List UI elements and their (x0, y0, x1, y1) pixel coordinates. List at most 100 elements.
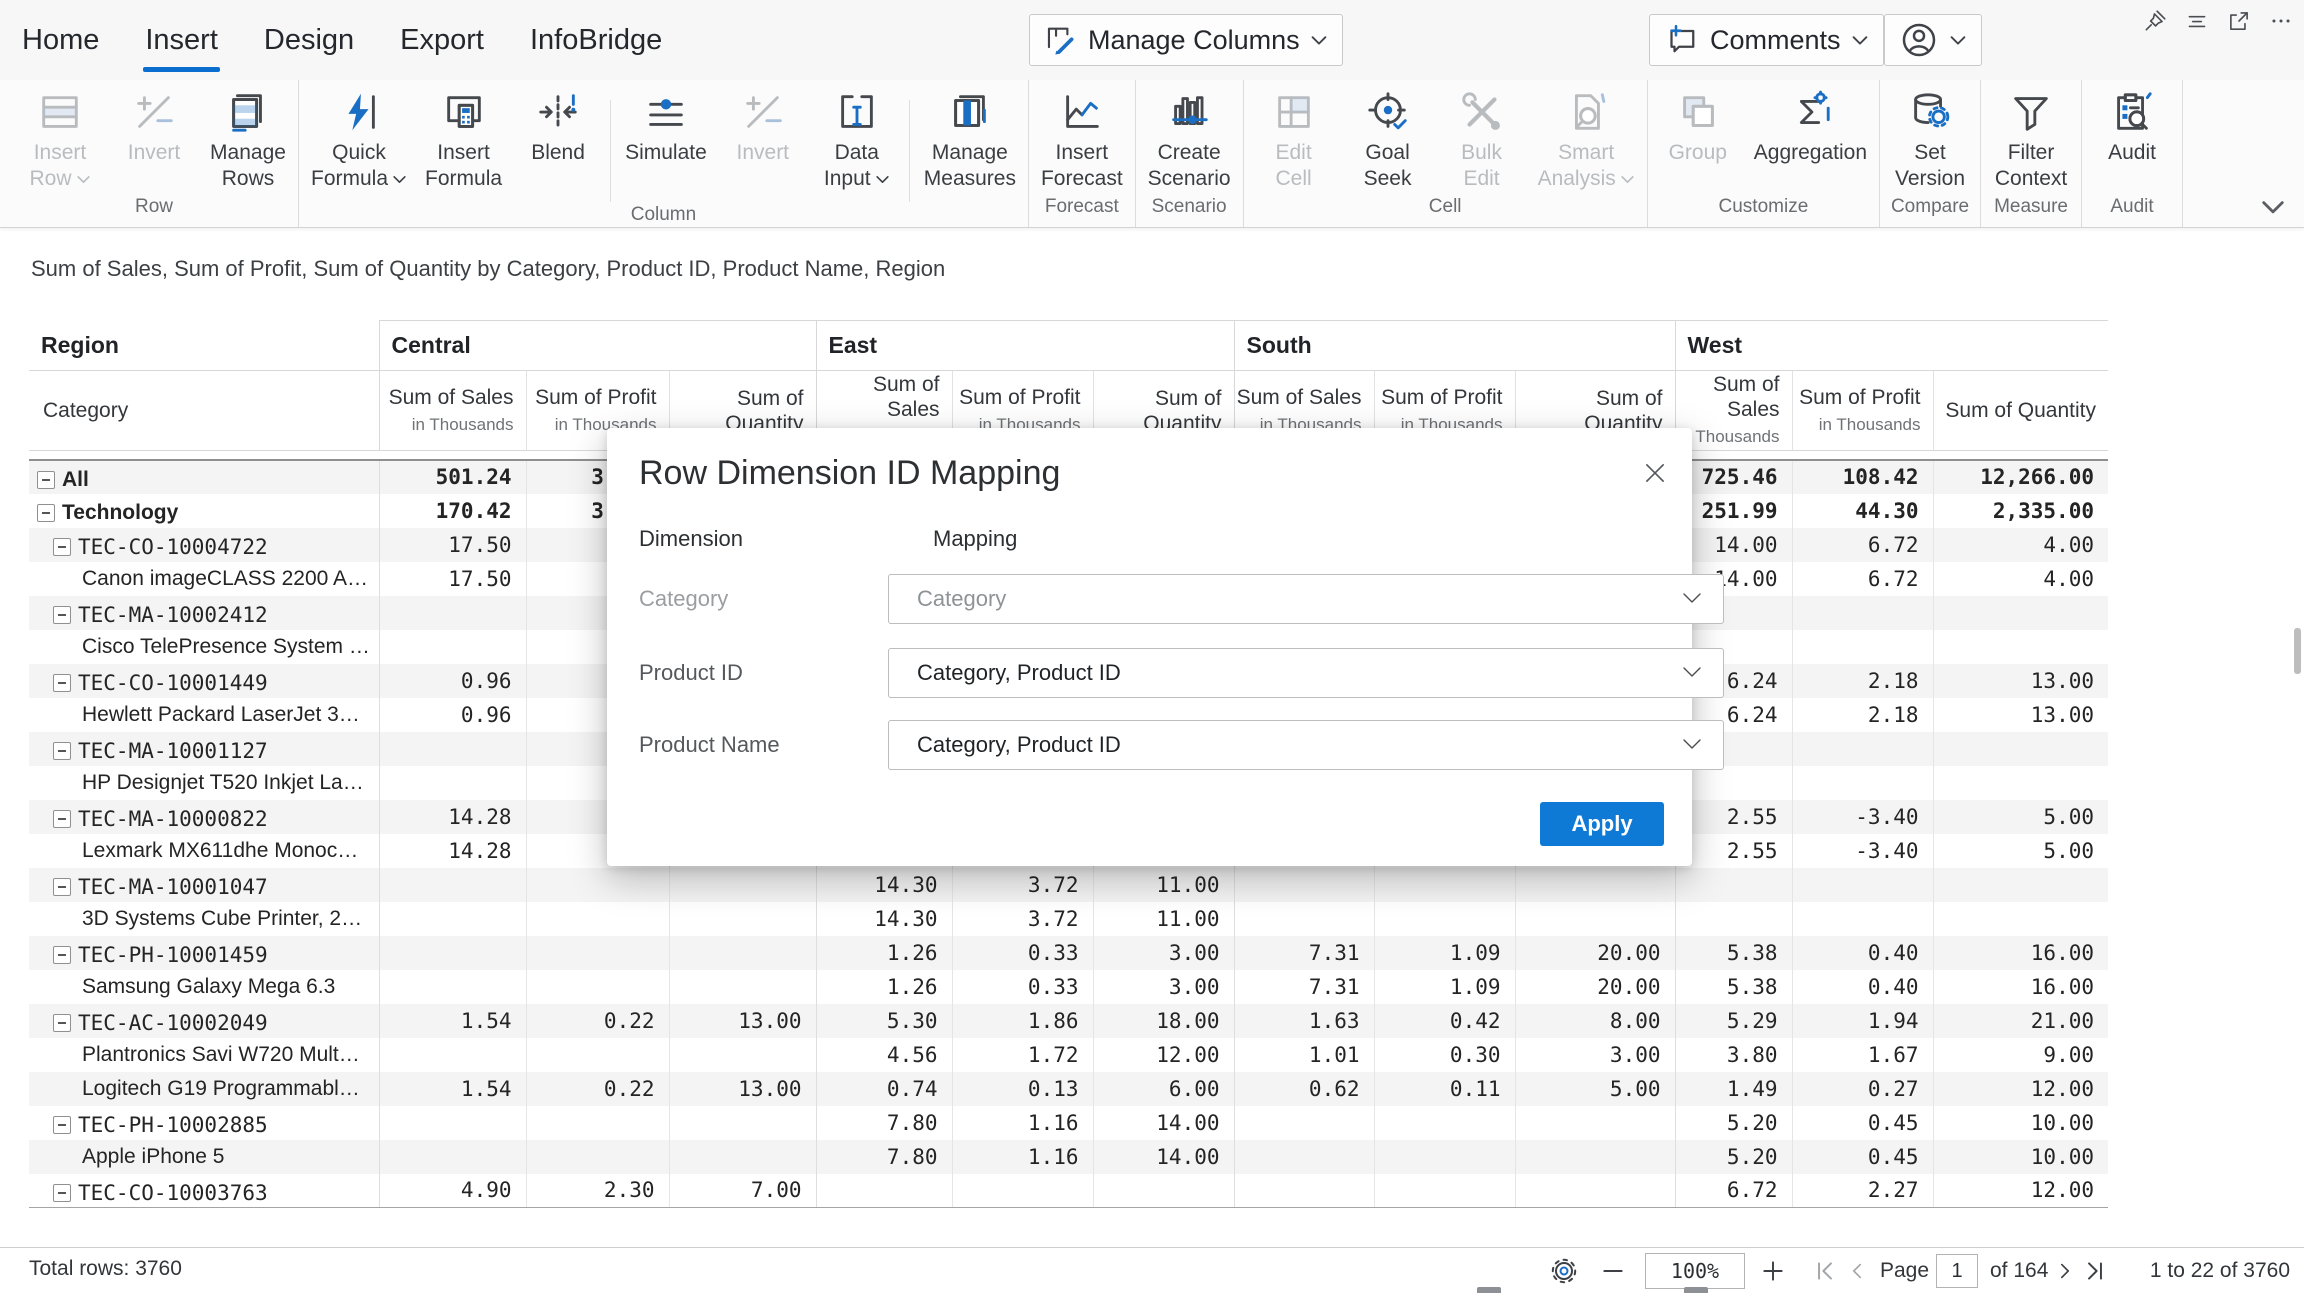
ribbon-quick-formula-button[interactable]: QuickFormula (302, 89, 416, 192)
value-cell[interactable] (1792, 732, 1933, 766)
value-cell[interactable]: 1.49 (1675, 1072, 1792, 1106)
value-cell[interactable]: 12.00 (1093, 1038, 1234, 1072)
value-cell[interactable]: 0.27 (1792, 1072, 1933, 1106)
value-cell[interactable]: 44.30 (1792, 494, 1933, 528)
value-cell[interactable] (1933, 630, 2108, 664)
value-cell[interactable] (1933, 732, 2108, 766)
value-cell[interactable]: 725.46 (1675, 460, 1792, 494)
value-cell[interactable] (379, 902, 526, 936)
previous-page-button[interactable] (1846, 1248, 1868, 1294)
value-cell[interactable]: 0.96 (379, 664, 526, 698)
value-cell[interactable] (526, 1106, 669, 1140)
value-cell[interactable] (1234, 1174, 1374, 1208)
value-cell[interactable] (669, 936, 816, 970)
value-cell[interactable]: 16.00 (1933, 970, 2108, 1004)
value-cell[interactable] (1515, 1174, 1675, 1208)
value-cell[interactable]: 1.09 (1374, 936, 1515, 970)
value-cell[interactable]: 13.00 (1933, 698, 2108, 732)
row-label-cell[interactable]: Hewlett Packard LaserJet 3… (29, 698, 379, 732)
value-cell[interactable]: 14.00 (1675, 528, 1792, 562)
value-cell[interactable] (1515, 902, 1675, 936)
value-cell[interactable] (1792, 596, 1933, 630)
value-cell[interactable]: 5.00 (1933, 834, 2108, 868)
collapse-toggle-icon[interactable] (53, 946, 71, 964)
value-cell[interactable] (379, 868, 526, 902)
value-cell[interactable]: 1.94 (1792, 1004, 1933, 1038)
zoom-level-input[interactable] (1645, 1253, 1745, 1289)
row-label-cell[interactable]: Cisco TelePresence System … (29, 630, 379, 664)
value-cell[interactable] (379, 732, 526, 766)
ribbon-data-input-button[interactable]: DataInput (810, 89, 904, 192)
tab-design[interactable]: Design (264, 0, 354, 80)
zoom-in-button[interactable] (1760, 1248, 1786, 1294)
value-cell[interactable]: 0.74 (816, 1072, 952, 1106)
value-cell[interactable] (1093, 1174, 1234, 1208)
value-cell[interactable]: 3.00 (1093, 970, 1234, 1004)
table-settings-gear-icon[interactable] (1548, 1248, 1580, 1294)
ribbon-insert-formula-button[interactable]: InsertFormula (416, 89, 511, 192)
first-page-button[interactable] (1812, 1248, 1838, 1294)
value-cell[interactable]: 0.62 (1234, 1072, 1374, 1106)
ribbon-simulate-button[interactable]: Simulate (616, 89, 716, 166)
collapse-toggle-icon[interactable] (53, 674, 71, 692)
value-cell[interactable]: 12.00 (1933, 1072, 2108, 1106)
collapse-toggle-icon[interactable] (37, 471, 55, 489)
value-cell[interactable]: -3.40 (1792, 800, 1933, 834)
apply-button[interactable]: Apply (1540, 802, 1664, 846)
value-cell[interactable]: 2.27 (1792, 1174, 1933, 1208)
mapping-dropdown-product-id[interactable]: Category, Product ID (888, 648, 1724, 698)
row-label-cell[interactable]: Technology (29, 494, 379, 528)
value-cell[interactable] (669, 902, 816, 936)
value-cell[interactable]: 3.80 (1675, 1038, 1792, 1072)
value-cell[interactable] (1374, 1140, 1515, 1174)
value-cell[interactable]: 7.80 (816, 1140, 952, 1174)
value-cell[interactable] (379, 1038, 526, 1072)
value-cell[interactable]: 0.96 (379, 698, 526, 732)
value-cell[interactable]: 4.90 (379, 1174, 526, 1208)
toolbar-lines-icon[interactable] (2184, 8, 2210, 34)
value-cell[interactable] (1374, 902, 1515, 936)
mapping-dropdown-product-name[interactable]: Category, Product ID (888, 720, 1724, 770)
value-cell[interactable]: 5.00 (1515, 1072, 1675, 1106)
close-icon[interactable] (1642, 460, 1668, 486)
manage-columns-button[interactable]: Manage Columns (1029, 14, 1343, 66)
value-cell[interactable] (1374, 868, 1515, 902)
value-cell[interactable]: 13.00 (1933, 664, 2108, 698)
value-cell[interactable] (1792, 630, 1933, 664)
value-cell[interactable]: 2.55 (1675, 834, 1792, 868)
value-cell[interactable] (1515, 1106, 1675, 1140)
value-cell[interactable]: 3.00 (1093, 936, 1234, 970)
value-cell[interactable]: -3.40 (1792, 834, 1933, 868)
collapse-toggle-icon[interactable] (53, 742, 71, 760)
value-cell[interactable]: 7.00 (669, 1174, 816, 1208)
collapse-toggle-icon[interactable] (53, 878, 71, 896)
value-cell[interactable]: 3.72 (952, 902, 1093, 936)
ribbon-insert-forecast-button[interactable]: InsertForecast (1032, 89, 1132, 192)
row-label-cell[interactable]: Logitech G19 Programmabl… (29, 1072, 379, 1106)
value-cell[interactable]: 6.72 (1792, 562, 1933, 596)
collapse-ribbon-icon[interactable] (2260, 198, 2286, 216)
value-cell[interactable]: 4.00 (1933, 528, 2108, 562)
value-cell[interactable] (379, 766, 526, 800)
value-cell[interactable]: 18.00 (1093, 1004, 1234, 1038)
row-label-cell[interactable]: TEC-MA-10001047 (29, 868, 379, 902)
value-cell[interactable]: 1.72 (952, 1038, 1093, 1072)
value-cell[interactable] (669, 868, 816, 902)
value-cell[interactable]: 1.63 (1234, 1004, 1374, 1038)
value-cell[interactable] (379, 630, 526, 664)
value-cell[interactable]: 14.30 (816, 868, 952, 902)
value-cell[interactable]: 14.00 (1093, 1140, 1234, 1174)
value-cell[interactable]: 1.16 (952, 1106, 1093, 1140)
row-label-cell[interactable]: TEC-MA-10002412 (29, 596, 379, 630)
value-cell[interactable]: 11.00 (1093, 902, 1234, 936)
row-label-cell[interactable]: Samsung Galaxy Mega 6.3 (29, 970, 379, 1004)
collapse-toggle-icon[interactable] (53, 606, 71, 624)
value-cell[interactable]: 7.31 (1234, 970, 1374, 1004)
value-cell[interactable] (1515, 1140, 1675, 1174)
value-cell[interactable]: 14.28 (379, 834, 526, 868)
row-label-cell[interactable]: Apple iPhone 5 (29, 1140, 379, 1174)
row-label-cell[interactable]: TEC-PH-10001459 (29, 936, 379, 970)
ribbon-filter-context-button[interactable]: FilterContext (1984, 89, 2078, 192)
value-cell[interactable]: 20.00 (1515, 970, 1675, 1004)
value-cell[interactable] (1933, 902, 2108, 936)
